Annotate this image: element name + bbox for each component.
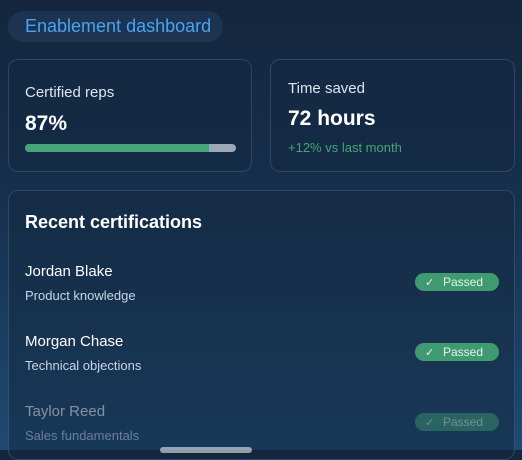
status-badge: ✓ Passed bbox=[415, 273, 499, 291]
status-badge: ✓ Passed bbox=[415, 343, 499, 361]
certified-reps-card: Certified reps 87% bbox=[8, 59, 252, 172]
home-indicator[interactable] bbox=[160, 447, 252, 453]
rep-name: Jordan Blake bbox=[25, 263, 113, 280]
time-saved-label: Time saved bbox=[288, 80, 365, 97]
certified-reps-progress bbox=[25, 144, 236, 152]
certification-topic: Product knowledge bbox=[25, 288, 136, 303]
status-label: Passed bbox=[443, 275, 484, 289]
rep-name: Morgan Chase bbox=[25, 333, 124, 350]
list-item[interactable]: Morgan Chase Technical objections ✓ Pass… bbox=[9, 333, 514, 383]
certified-reps-label: Certified reps bbox=[25, 84, 115, 101]
recent-certifications-title: Recent certifications bbox=[25, 212, 203, 232]
status-label: Passed bbox=[443, 345, 484, 359]
recent-certifications-card: Recent certifications Jordan Blake Produ… bbox=[8, 190, 515, 460]
page-title: Enablement dashboard bbox=[8, 11, 223, 42]
check-icon: ✓ bbox=[425, 276, 435, 289]
time-saved-value: 72 hours bbox=[288, 107, 376, 130]
status-badge: ✓ Passed bbox=[415, 413, 499, 431]
list-item[interactable]: Taylor Reed Sales fundamentals ✓ Passed bbox=[9, 403, 514, 453]
status-label: Passed bbox=[443, 415, 484, 429]
certification-topic: Technical objections bbox=[25, 358, 142, 373]
list-item[interactable]: Jordan Blake Product knowledge ✓ Passed bbox=[9, 263, 514, 313]
rep-name: Taylor Reed bbox=[25, 403, 106, 420]
time-saved-delta: +12% vs last month bbox=[288, 140, 402, 155]
page-title-text: Enablement dashboard bbox=[25, 16, 212, 36]
check-icon: ✓ bbox=[425, 346, 435, 359]
certification-topic: Sales fundamentals bbox=[25, 428, 140, 443]
check-icon: ✓ bbox=[425, 416, 435, 429]
certified-reps-value: 87% bbox=[25, 112, 68, 135]
certified-reps-progress-fill bbox=[25, 144, 209, 152]
time-saved-card: Time saved 72 hours +12% vs last month bbox=[270, 59, 515, 172]
